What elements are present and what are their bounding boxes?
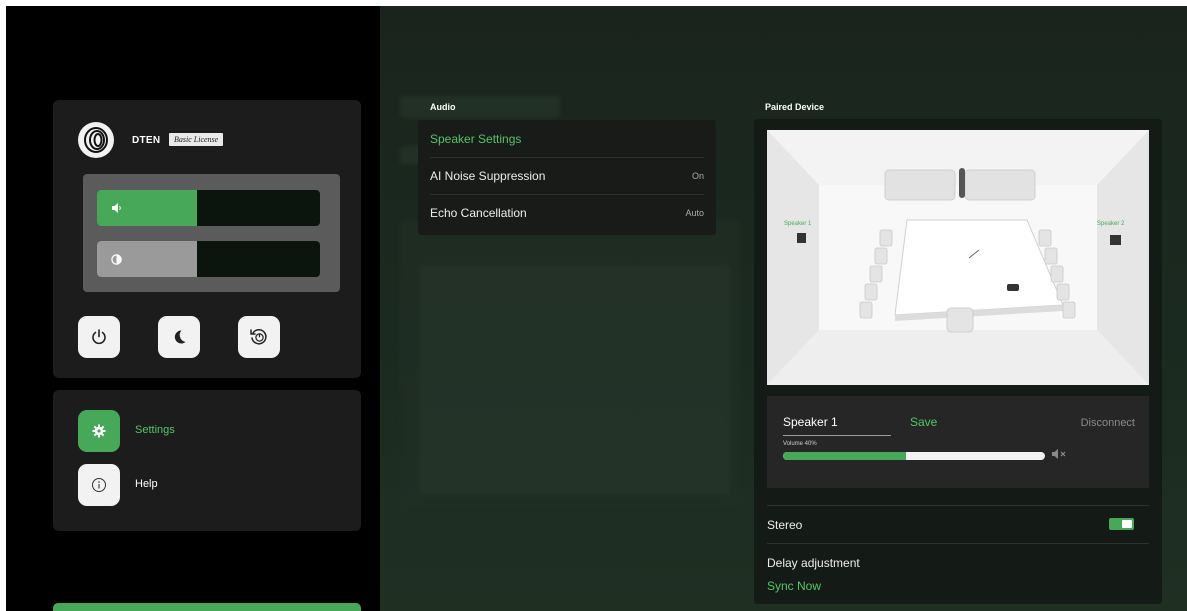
audio-section-title: Audio xyxy=(430,102,456,112)
info-icon xyxy=(78,464,120,506)
device-control-card: DTEN Basic License xyxy=(53,100,361,378)
speaker1-room-label: Speaker 1 xyxy=(784,221,812,227)
audio-item-echo-cancellation[interactable]: Echo Cancellation Auto xyxy=(430,196,704,232)
nav-menu-card: Settings Help xyxy=(53,390,361,531)
stereo-label: Stereo xyxy=(767,518,803,532)
speaker2-room-label: Speaker 2 xyxy=(1097,221,1125,227)
sleep-button[interactable] xyxy=(158,316,200,358)
blurred-heading xyxy=(400,96,560,118)
divider xyxy=(767,543,1149,544)
speaker-editor: Speaker 1 Save Disconnect Volume 40% xyxy=(767,396,1149,488)
paired-device-title: Paired Device xyxy=(765,102,825,112)
bottom-action-bar[interactable] xyxy=(53,603,361,611)
mute-icon[interactable] xyxy=(1051,447,1067,465)
delay-adjustment-label: Delay adjustment xyxy=(767,556,860,570)
audio-item-speaker-settings[interactable]: Speaker Settings xyxy=(430,122,704,158)
volume-label: Volume 40% xyxy=(783,441,817,447)
gear-icon xyxy=(78,410,120,452)
stereo-toggle-knob xyxy=(1122,520,1132,528)
sliders-panel xyxy=(83,174,340,292)
audio-item-noise-suppression[interactable]: AI Noise Suppression On xyxy=(430,159,704,195)
speaker-volume-fill xyxy=(783,452,907,460)
license-badge: Basic License xyxy=(169,133,224,146)
left-sidebar: DTEN Basic License Settings Help xyxy=(6,6,380,611)
brightness-icon xyxy=(111,253,122,265)
disconnect-button[interactable]: Disconnect xyxy=(1081,417,1135,429)
echo-cancellation-label: Echo Cancellation xyxy=(430,206,527,220)
app-screen: DTEN Basic License Settings Help Audio S… xyxy=(6,6,1187,611)
noise-suppression-label: AI Noise Suppression xyxy=(430,169,546,183)
help-label: Help xyxy=(135,478,158,490)
speaker-name-input[interactable]: Speaker 1 xyxy=(783,415,891,436)
brand-name: DTEN xyxy=(132,135,161,146)
sync-now-button[interactable]: Sync Now xyxy=(767,579,821,593)
nav-item-settings[interactable]: Settings xyxy=(78,410,328,452)
noise-suppression-value: On xyxy=(691,171,704,181)
speaker-settings-label: Speaker Settings xyxy=(430,132,522,146)
room-illustration: Speaker 1 Speaker 2 xyxy=(767,130,1149,385)
power-button[interactable] xyxy=(78,316,120,358)
brightness-slider[interactable] xyxy=(97,241,320,277)
volume-slider[interactable] xyxy=(97,190,320,226)
restart-icon xyxy=(250,329,267,345)
settings-label: Settings xyxy=(135,424,175,436)
restart-button[interactable] xyxy=(238,316,280,358)
moon-icon xyxy=(174,330,186,344)
audio-menu: Speaker Settings AI Noise Suppression On… xyxy=(418,120,716,235)
save-button[interactable]: Save xyxy=(910,415,937,429)
brightness-slider-fill xyxy=(97,241,198,277)
blurred-panel xyxy=(400,220,740,510)
divider xyxy=(767,505,1149,506)
power-icon xyxy=(92,329,106,345)
nav-item-help[interactable]: Help xyxy=(78,464,328,506)
volume-slider-fill xyxy=(97,190,198,226)
paired-device-panel: Speaker 1 Speaker 2 Speaker 1 Save Disco… xyxy=(754,119,1162,604)
speaker-volume-slider[interactable] xyxy=(783,452,1045,460)
stereo-toggle[interactable] xyxy=(1109,518,1134,530)
echo-cancellation-value: Auto xyxy=(685,208,704,218)
dten-logo-icon xyxy=(78,122,114,158)
speaker-volume-icon xyxy=(112,203,121,213)
